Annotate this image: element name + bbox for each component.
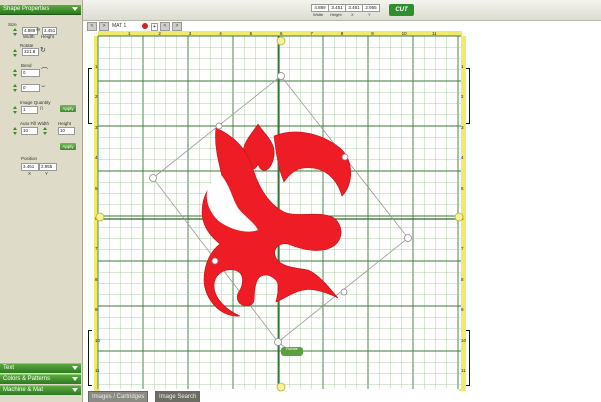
handle-top[interactable] — [277, 72, 285, 80]
right-ruler-number: 11 — [461, 368, 466, 373]
quantity-icon: ∩ — [39, 105, 45, 112]
rotate-spinner[interactable] — [13, 49, 18, 57]
mat-color-indicator[interactable] — [142, 23, 148, 29]
right-ruler-number: 5 — [461, 185, 464, 191]
shape-layer — [95, 36, 464, 392]
size-width-label: Width — [23, 34, 35, 39]
mat-guide-right-top — [466, 68, 470, 124]
collapse-arrow-icon — [72, 7, 78, 11]
right-ruler-number: 9 — [461, 307, 464, 313]
mat-guide-left-bottom — [88, 330, 92, 386]
auto-fill-label: Auto Fill Width — [20, 121, 50, 126]
mat-guide-right-bottom — [466, 330, 470, 386]
fleur-upper-wing — [273, 131, 352, 197]
right-ruler-number: 3 — [461, 124, 464, 130]
text-section-header[interactable]: Text — [0, 363, 81, 373]
toolbar-width-input[interactable]: 4.889 — [311, 4, 329, 12]
handle-right[interactable] — [404, 234, 412, 242]
bend-input-2[interactable]: 0 — [21, 84, 40, 92]
selection-handles[interactable] — [149, 72, 412, 346]
handle-upper-right-mid[interactable] — [341, 153, 349, 161]
colors-patterns-header[interactable]: Colors & Patterns — [0, 374, 81, 384]
auto-fill-height-label: Height — [58, 121, 72, 126]
size-label: Size — [8, 22, 17, 27]
mat-guide-left-top — [88, 68, 92, 124]
colors-patterns-title: Colors & Patterns — [3, 376, 51, 382]
apply-auto-fill-button[interactable]: Apply — [60, 143, 76, 150]
bend-up-icon[interactable]: ⌒ — [41, 68, 48, 76]
right-ruler-number: 2 — [461, 94, 464, 100]
handle-lower-right-mid[interactable] — [340, 288, 348, 296]
image-quantity-label: Image Quantity — [20, 100, 51, 105]
cut-button[interactable]: CUT — [389, 4, 414, 16]
auto-fill-height-spinner[interactable] — [43, 127, 48, 135]
bend-spinner-1[interactable] — [13, 69, 18, 77]
position-x-label: X — [28, 171, 32, 176]
handle-upper-left-mid[interactable] — [215, 122, 223, 130]
left-panel — [0, 0, 83, 402]
right-ruler-number: 1 — [461, 64, 464, 69]
toolbar-y-input[interactable]: 2.955 — [362, 4, 380, 12]
shape-properties-header[interactable]: Shape Properties — [0, 5, 81, 15]
position-y-input[interactable]: 2.955 — [39, 163, 57, 171]
bend-spinner-2[interactable] — [13, 84, 18, 92]
add-mat-button[interactable]: + — [151, 23, 158, 31]
position-label: Position — [21, 156, 38, 161]
auto-fill-height-input[interactable]: 10 — [58, 127, 75, 135]
apply-quantity-button[interactable]: Apply — [60, 105, 76, 112]
toolbar-width-label: Width — [313, 12, 324, 17]
expand-arrow-icon — [72, 388, 78, 392]
tab-image-search[interactable]: Image Search — [155, 391, 201, 402]
lock-ratio-icon[interactable]: ⊖ — [36, 26, 40, 34]
top-toolbar — [0, 0, 601, 21]
image-quantity-input[interactable]: 1 — [21, 106, 38, 114]
auto-fill-spinner[interactable] — [13, 127, 18, 135]
tab-next-button[interactable]: > — [99, 22, 109, 31]
toolbar-x-input[interactable]: 3.461 — [345, 4, 363, 12]
handle-lower-left-mid[interactable] — [211, 257, 219, 265]
rotate-input[interactable]: 321.8 — [22, 48, 39, 56]
image-quantity-spinner[interactable] — [13, 106, 18, 114]
handle-bottom[interactable] — [274, 338, 282, 346]
tab-images-cartridges[interactable]: Images / Cartridges — [88, 391, 149, 402]
toolbar-height-label: Height — [330, 12, 342, 17]
rotate-tag[interactable]: Rotate — [281, 346, 303, 356]
right-ruler-number: 8 — [461, 276, 464, 282]
position-x-input[interactable]: 3.461 — [21, 163, 39, 171]
auto-fill-width-input[interactable]: 10 — [21, 127, 38, 135]
expand-arrow-icon — [72, 377, 78, 381]
toolbar-y-label: Y — [368, 12, 371, 17]
selection-box — [152, 75, 409, 343]
right-ruler-number: 4 — [461, 155, 464, 161]
expand-arrow-icon — [72, 366, 78, 370]
right-ruler-number: 7 — [461, 246, 464, 252]
tab-scroll-right[interactable]: > — [172, 22, 182, 31]
fleur-de-lis-shape[interactable] — [201, 123, 352, 317]
toolbar-x-label: X — [351, 12, 354, 17]
bend-label: Bend — [21, 63, 32, 68]
tab-scroll-left[interactable]: < — [160, 22, 170, 31]
position-y-label: Y — [45, 171, 49, 176]
handle-left[interactable] — [149, 174, 157, 182]
machine-mat-title: Machine & Mat — [3, 387, 44, 393]
shape-properties-title: Shape Properties — [3, 6, 50, 12]
text-section-title: Text — [3, 365, 15, 371]
size-spinner[interactable] — [13, 28, 18, 36]
bend-down-icon[interactable]: ⌣ — [41, 83, 46, 91]
machine-mat-header[interactable]: Machine & Mat — [0, 385, 81, 395]
tab-prev-button[interactable]: < — [87, 22, 97, 31]
bend-input-1[interactable]: 0 — [21, 69, 40, 77]
toolbar-height-input[interactable]: 3.451 — [328, 4, 346, 12]
mat-tab[interactable]: MAT 1 — [112, 23, 126, 29]
size-height-label: Height — [41, 34, 55, 39]
rotate-icon[interactable]: ↻ — [40, 47, 46, 55]
